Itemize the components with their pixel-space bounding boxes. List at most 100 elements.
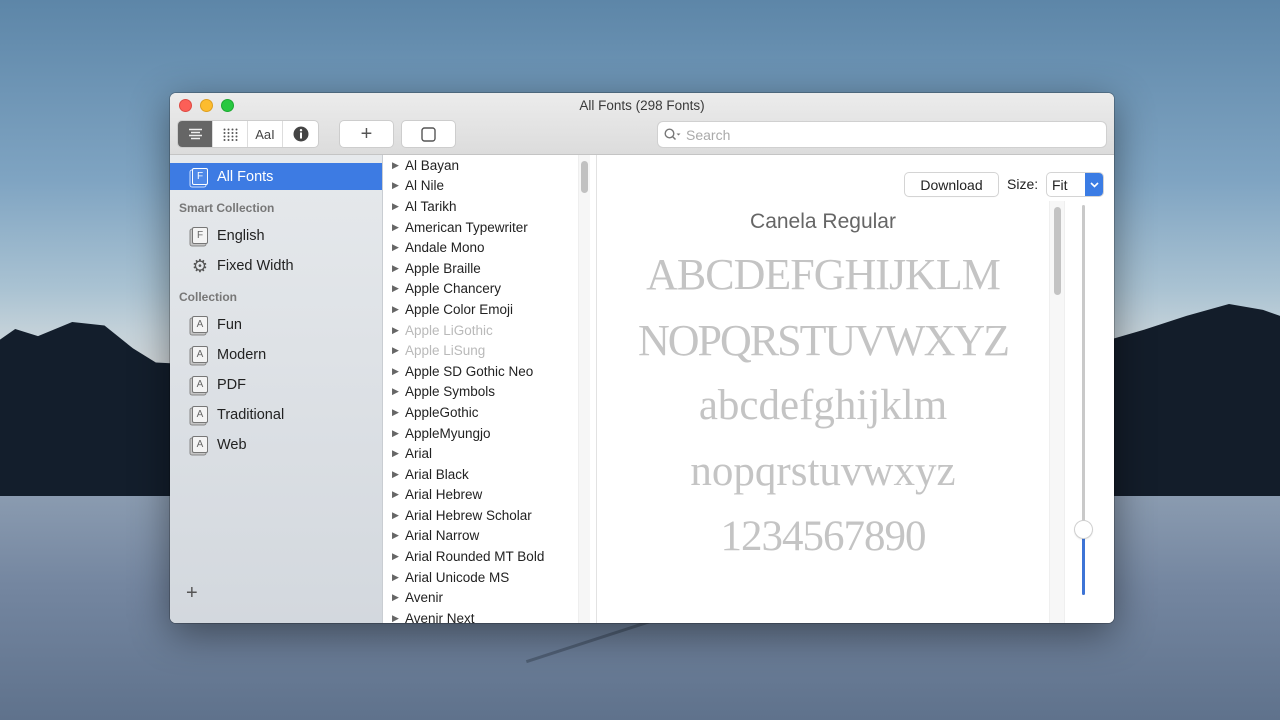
add-collection-button[interactable]: + [186,582,198,605]
search-input[interactable] [686,126,1106,143]
search-field[interactable] [658,122,1106,147]
collection-icon: A [192,406,208,423]
sidebar-item-label: All Fonts [217,168,274,185]
sidebar-item-label: Modern [217,346,267,363]
sample-text-icon: AaI [255,126,275,142]
disclosure-triangle-icon[interactable]: ▶ [392,613,400,623]
font-family-name: Arial Hebrew [405,487,483,503]
info-view-button[interactable] [283,121,318,147]
font-list-item[interactable]: ▶ Avenir Next [383,608,596,623]
font-list-item[interactable]: ▶ AppleGothic [383,402,596,423]
disclosure-triangle-icon[interactable]: ▶ [392,469,400,480]
list-icon [188,128,202,140]
font-family-name: American Typewriter [405,219,528,235]
deactivate-font-button[interactable] [402,121,455,147]
disclosure-triangle-icon[interactable]: ▶ [392,222,400,233]
font-list-item[interactable]: ▶ Al Nile [383,176,596,197]
disclosure-triangle-icon[interactable]: ▶ [392,428,400,439]
preview-sample-lowercase-2: nopqrstuvwxyz [690,448,956,495]
font-family-name: Al Bayan [405,157,460,173]
size-slider-fill [1082,528,1085,595]
font-book-window: All Fonts (298 Fonts) AaI + Search F All… [170,93,1114,623]
font-family-name: Apple Braille [405,260,481,276]
plus-icon: + [186,582,198,604]
disclosure-triangle-icon[interactable]: ▶ [392,448,400,459]
font-list-item[interactable]: ▶ American Typewriter [383,217,596,238]
sidebar-item-modern[interactable]: A Modern [170,341,382,368]
font-list-item[interactable]: ▶ Andale Mono [383,237,596,258]
sidebar-item-fun[interactable]: A Fun [170,311,382,338]
list-view-button[interactable] [178,121,213,147]
font-list-item[interactable]: ▶ Apple Braille [383,258,596,279]
grid-icon [223,128,237,141]
preview-sample-uppercase-1: ABCDEFGHIJKLM [646,250,1001,299]
disclosure-triangle-icon[interactable]: ▶ [392,304,400,315]
font-list-item[interactable]: ▶ Arial [383,443,596,464]
collection-icon: A [192,376,208,393]
font-list-scrollbar[interactable] [578,155,590,623]
titlebar: All Fonts (298 Fonts) AaI + [170,93,1114,155]
info-icon [293,126,308,142]
smart-collection-header: Smart Collection [179,201,275,215]
sidebar-item-label: Fixed Width [217,257,294,274]
add-font-button[interactable]: + [340,121,393,147]
font-list-item[interactable]: ▶ Apple Chancery [383,279,596,300]
font-list-item[interactable]: ▶ Apple Symbols [383,382,596,403]
collection-icon: A [192,436,208,453]
preview-scroll-thumb[interactable] [1054,207,1061,295]
download-button[interactable]: Download [905,173,998,196]
sidebar-item-label: English [217,227,265,244]
disclosure-triangle-icon[interactable]: ▶ [392,407,400,418]
font-list-item[interactable]: ▶ Arial Hebrew [383,485,596,506]
disclosure-triangle-icon[interactable]: ▶ [392,201,400,212]
disclosure-triangle-icon[interactable]: ▶ [392,530,400,541]
disclosure-triangle-icon[interactable]: ▶ [392,263,400,274]
disclosure-triangle-icon[interactable]: ▶ [392,510,400,521]
disclosure-triangle-icon[interactable]: ▶ [392,592,400,603]
desktop-mountain-right [1110,303,1280,498]
sidebar-item-all-fonts[interactable]: F All Fonts [170,163,382,190]
sidebar-item-english[interactable]: F English [170,222,382,249]
disclosure-triangle-icon[interactable]: ▶ [392,283,400,294]
sidebar-item-traditional[interactable]: A Traditional [170,401,382,428]
disclosure-triangle-icon[interactable]: ▶ [392,325,400,336]
collection-header: Collection [179,290,238,304]
disclosure-triangle-icon[interactable]: ▶ [392,551,400,562]
font-list-item[interactable]: ▶ AppleMyungjo [383,423,596,444]
font-family-name: Arial Unicode MS [405,569,510,585]
disclosure-triangle-icon[interactable]: ▶ [392,345,400,356]
size-select[interactable]: Fit [1047,173,1103,196]
grid-view-button[interactable] [213,121,248,147]
font-list-item[interactable]: ▶ Al Bayan [383,155,596,176]
font-list-item[interactable]: ▶ Arial Hebrew Scholar [383,505,596,526]
font-family-name: Arial Rounded MT Bold [405,549,545,565]
font-list-items: ▶ Al Bayan ▶ Al Nile ▶ Al Tarikh ▶ American Typ… [383,155,596,623]
view-mode-segmented-control: AaI [178,121,318,147]
font-list-scroll-thumb[interactable] [581,161,588,193]
sidebar-item-fixed-width[interactable]: ⚙ Fixed Width [170,252,382,279]
sidebar-item-pdf[interactable]: A PDF [170,371,382,398]
font-family-name: Apple Symbols [405,384,496,400]
font-list-item[interactable]: ▶ Arial Rounded MT Bold [383,546,596,567]
font-list-item[interactable]: ▶ Arial Unicode MS [383,567,596,588]
disclosure-triangle-icon[interactable]: ▶ [392,180,400,191]
font-book-icon: F [192,168,208,185]
font-list-item[interactable]: ▶ Al Tarikh [383,196,596,217]
font-list-item[interactable]: ▶ Apple LiGothic [383,320,596,341]
font-list-item[interactable]: ▶ Apple Color Emoji [383,299,596,320]
disclosure-triangle-icon[interactable]: ▶ [392,366,400,377]
disclosure-triangle-icon[interactable]: ▶ [392,160,400,171]
disclosure-triangle-icon[interactable]: ▶ [392,242,400,253]
size-slider-knob[interactable] [1075,520,1092,538]
search-icon [664,128,682,141]
disclosure-triangle-icon[interactable]: ▶ [392,489,400,500]
sample-view-button[interactable]: AaI [248,121,283,147]
font-list-item[interactable]: ▶ Avenir [383,587,596,608]
font-list-item[interactable]: ▶ Apple LiSung [383,340,596,361]
disclosure-triangle-icon[interactable]: ▶ [392,572,400,583]
font-list-item[interactable]: ▶ Apple SD Gothic Neo [383,361,596,382]
font-list-item[interactable]: ▶ Arial Black [383,464,596,485]
sidebar-item-web[interactable]: A Web [170,431,382,458]
disclosure-triangle-icon[interactable]: ▶ [392,386,400,397]
font-list-item[interactable]: ▶ Arial Narrow [383,526,596,547]
